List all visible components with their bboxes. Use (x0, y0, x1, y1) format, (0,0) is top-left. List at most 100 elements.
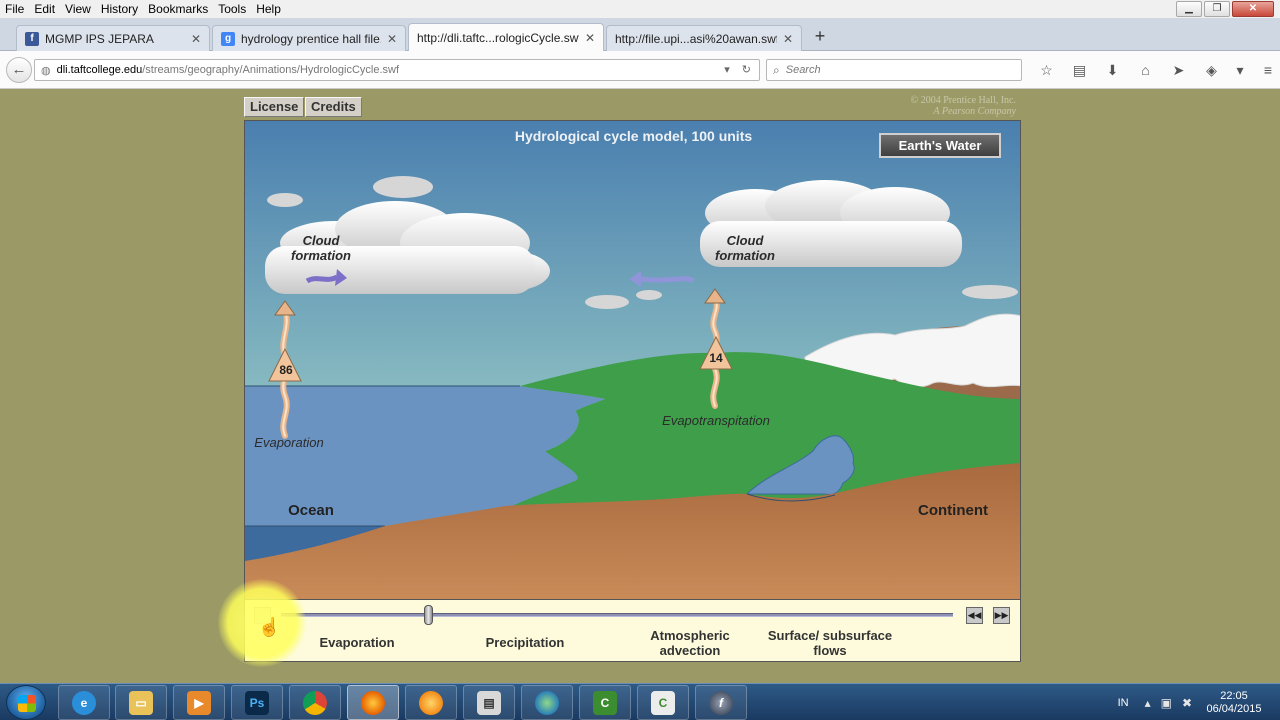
search-bar[interactable]: ⌕ Search (766, 59, 1022, 81)
url-bar[interactable]: ◍ dli.taftcollege.edu/streams/geography/… (34, 59, 760, 81)
menu-file[interactable]: File (0, 2, 29, 16)
fast-forward-icon[interactable]: ▶▶ (993, 607, 1010, 624)
step-evaporation[interactable]: Evaporation (297, 635, 417, 650)
camtasia-icon[interactable]: C (579, 685, 631, 720)
taskbar: e ▭ ▶ Ps ▤ C C f IN ▴ ▣ ✖ 22:05 06/04/20… (0, 683, 1280, 720)
tab-close-icon[interactable]: ✕ (585, 31, 595, 45)
advection-arrow-left-icon (640, 276, 695, 284)
scene-illustration (245, 121, 1020, 599)
menu-view[interactable]: View (60, 2, 96, 16)
camtasia-recorder-icon[interactable]: C (637, 685, 689, 720)
url-path: /streams/geography/Animations/Hydrologic… (142, 64, 400, 76)
minimize-button[interactable]: ▁ (1176, 1, 1202, 17)
small-cloud (962, 285, 1018, 299)
small-cloud (267, 193, 303, 207)
document-viewer-icon[interactable]: ▤ (463, 685, 515, 720)
flash-player-icon[interactable]: f (695, 685, 747, 720)
tab-mgmp[interactable]: f MGMP IPS JEPARA ✕ (16, 25, 210, 51)
timeline-slider[interactable] (281, 613, 953, 617)
reload-icon[interactable]: ↻ (742, 63, 751, 76)
addon-icon[interactable]: ◈ (1195, 60, 1228, 80)
small-cloud (585, 295, 629, 309)
internet-explorer-icon[interactable]: e (58, 685, 110, 720)
tray-device-icon[interactable]: ▣ (1161, 696, 1172, 710)
network-globe-icon[interactable] (521, 685, 573, 720)
tab-close-icon[interactable]: ✕ (387, 32, 397, 46)
toolbar-icons: ☆ ▤ ⬇ ⌂ ➤ ◈ ▾ ≡ (1030, 60, 1280, 80)
tab-title: http://dli.taftc...rologicCycle.swf (417, 30, 579, 45)
language-indicator[interactable]: IN (1118, 697, 1129, 709)
file-explorer-icon[interactable]: ▭ (115, 685, 167, 720)
small-cloud (373, 176, 433, 198)
menu-icon[interactable]: ≡ (1252, 60, 1280, 80)
download-icon[interactable]: ⬇ (1096, 60, 1129, 80)
timeline-slider-thumb[interactable] (424, 605, 434, 625)
evapotranspiration-label: Evapotranspitation (662, 413, 770, 428)
globe-icon: ◍ (41, 64, 51, 77)
step-surface-subsurface-flows[interactable]: Surface/ subsurface flows (765, 628, 895, 658)
evaporation-label: Evaporation (254, 435, 324, 450)
tab-close-icon[interactable]: ✕ (191, 32, 201, 46)
start-button[interactable] (6, 685, 46, 720)
ocean-label: Ocean (288, 502, 334, 519)
clock-time: 22:05 (1220, 689, 1248, 702)
earths-water-button[interactable]: Earth's Water (879, 133, 1001, 158)
media-player-icon[interactable]: ▶ (173, 685, 225, 720)
evapotranspiration-value: 14 (709, 351, 723, 365)
google-icon: g (221, 31, 235, 46)
search-placeholder: Search (785, 64, 821, 76)
firefox-icon[interactable] (347, 685, 399, 720)
tab-hydrology-search[interactable]: g hydrology prentice hall file... ✕ (212, 25, 406, 51)
bookmarks-list-icon[interactable]: ▤ (1063, 60, 1096, 80)
credits-button[interactable]: Credits (305, 97, 362, 117)
menu-history[interactable]: History (96, 2, 143, 16)
home-icon[interactable]: ⌂ (1129, 60, 1162, 80)
navigation-bar: ← ◍ dli.taftcollege.edu/streams/geograph… (0, 51, 1280, 89)
chevron-down-icon[interactable]: ▾ (1228, 60, 1252, 80)
back-button[interactable]: ← (6, 57, 32, 83)
page-content: License Credits © 2004 Prentice Hall, In… (0, 89, 1280, 683)
app-sun-icon[interactable] (405, 685, 457, 720)
system-tray: IN ▴ ▣ ✖ 22:05 06/04/2015 (1118, 684, 1280, 720)
url-domain: dli.taftcollege.edu (56, 64, 143, 76)
chrome-icon[interactable] (289, 685, 341, 720)
copyright-notice: © 2004 Prentice Hall, Inc. A Pearson Com… (880, 95, 1016, 117)
small-cloud (636, 290, 662, 300)
photoshop-icon[interactable]: Ps (231, 685, 283, 720)
advection-arrow-right-icon (305, 274, 339, 284)
dropdown-icon[interactable]: ▾ (724, 63, 730, 76)
animation-control-panel: ◀◀ ▶▶ Evaporation Precipitation Atmosphe… (244, 600, 1021, 662)
tab-title: MGMP IPS JEPARA (45, 31, 154, 46)
cloud-formation-label-left: Cloud formation (291, 233, 351, 263)
facebook-icon: f (25, 31, 39, 46)
maximize-button[interactable]: ❐ (1204, 1, 1230, 17)
bookmark-star-icon[interactable]: ☆ (1030, 60, 1063, 80)
clock-date: 06/04/2015 (1206, 702, 1262, 715)
cloud-formation-label-right: Cloud formation (715, 233, 775, 263)
send-icon[interactable]: ➤ (1162, 60, 1195, 80)
hand-cursor-icon: ☝ (258, 617, 281, 637)
search-icon: ⌕ (773, 62, 780, 77)
menu-edit[interactable]: Edit (29, 2, 60, 16)
copyright-line-2: A Pearson Company (933, 106, 1016, 117)
tab-title: http://file.upi...asi%20awan.swf (615, 31, 777, 46)
step-precipitation[interactable]: Precipitation (465, 635, 585, 650)
network-error-icon[interactable]: ✖ (1182, 696, 1192, 710)
rewind-icon[interactable]: ◀◀ (966, 607, 983, 624)
menu-bar: File Edit View History Bookmarks Tools H… (0, 0, 1280, 18)
continent-label: Continent (918, 502, 988, 519)
menu-bookmarks[interactable]: Bookmarks (143, 2, 213, 16)
menu-help[interactable]: Help (251, 2, 286, 16)
tray-expand-icon[interactable]: ▴ (1145, 696, 1151, 710)
tab-close-icon[interactable]: ✕ (783, 32, 793, 46)
evaporation-value: 86 (279, 363, 293, 377)
tab-hydrologic-cycle[interactable]: http://dli.taftc...rologicCycle.swf ✕ (408, 23, 604, 51)
close-window-button[interactable]: ✕ (1232, 1, 1274, 17)
menu-tools[interactable]: Tools (213, 2, 251, 16)
tab-strip: f MGMP IPS JEPARA ✕ g hydrology prentice… (0, 18, 1280, 51)
license-button[interactable]: License (244, 97, 305, 117)
clock[interactable]: 22:05 06/04/2015 (1202, 690, 1266, 716)
new-tab-button[interactable]: + (810, 27, 830, 47)
tab-file-upi[interactable]: http://file.upi...asi%20awan.swf ✕ (606, 25, 802, 51)
step-atmospheric-advection[interactable]: Atmospheric advection (635, 628, 745, 658)
